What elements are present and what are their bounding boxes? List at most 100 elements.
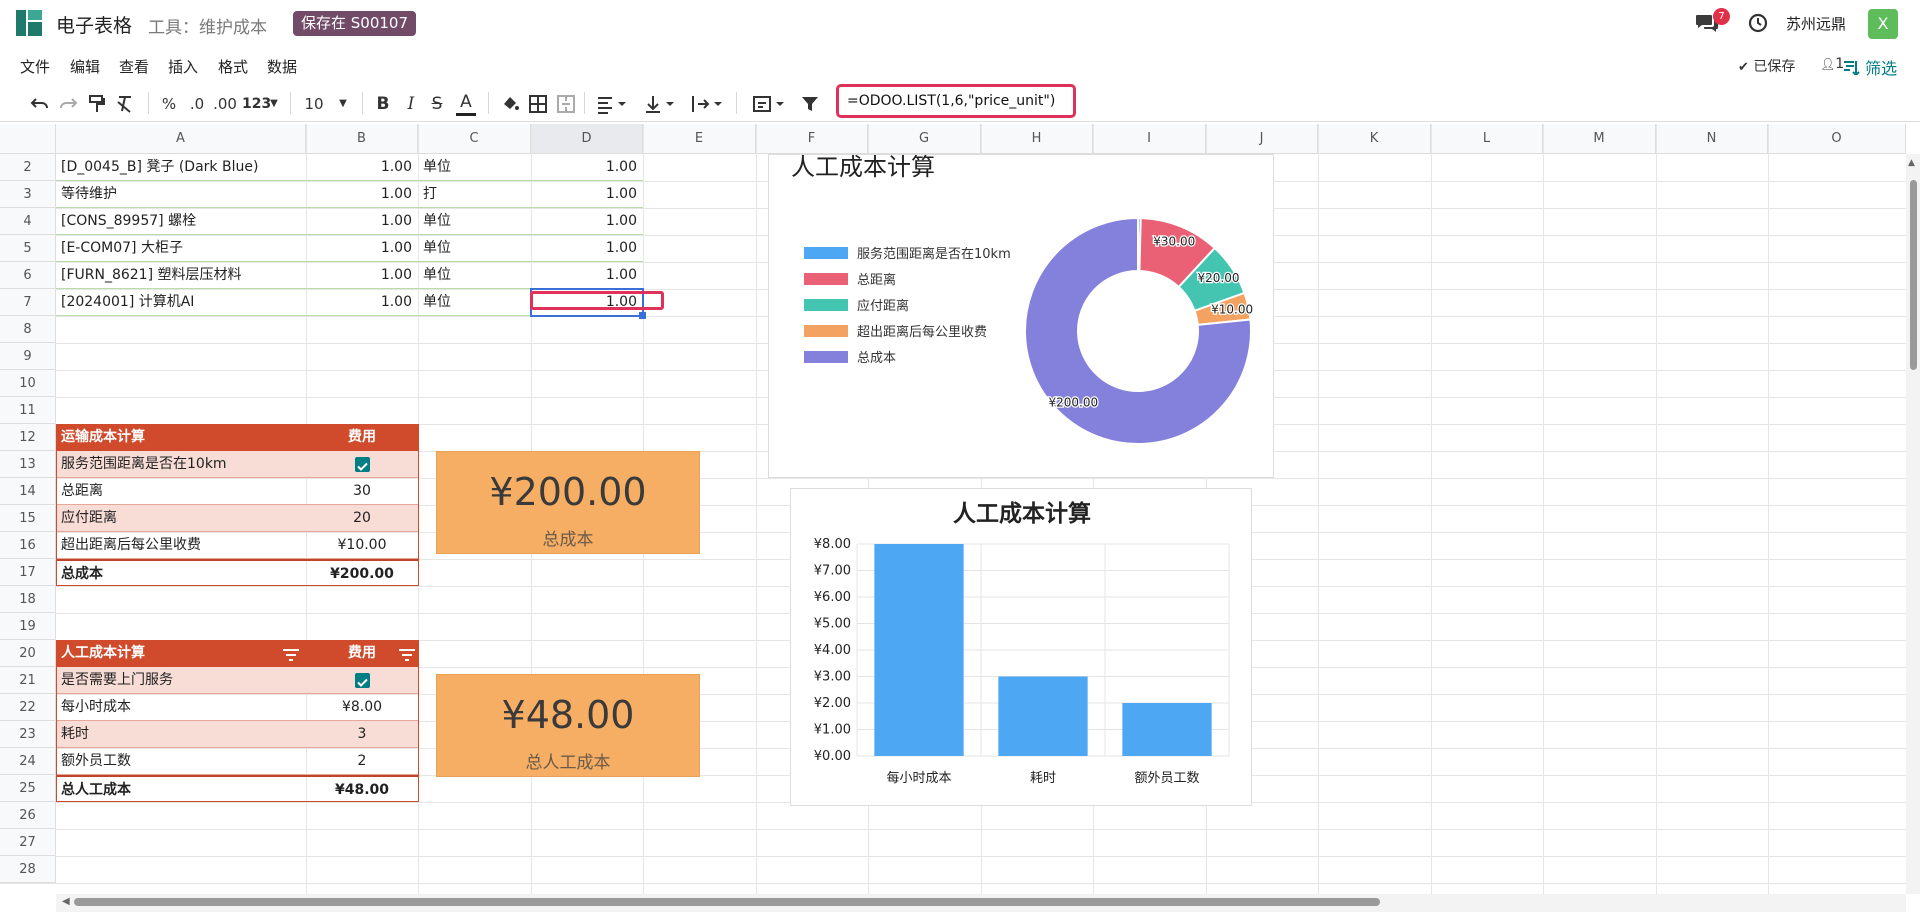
row-header[interactable]: 17 — [0, 559, 56, 586]
table-total-value[interactable]: ¥48.00 — [306, 775, 418, 802]
list-cell-price[interactable]: 1.00 — [531, 208, 643, 235]
bold-button[interactable]: B — [374, 92, 392, 116]
table-header-title[interactable]: 人工成本计算 — [56, 640, 306, 667]
table-row-label[interactable]: 额外员工数 — [56, 748, 306, 775]
col-header-l[interactable]: L — [1431, 124, 1543, 154]
row-header[interactable]: 3 — [0, 181, 56, 208]
list-cell-uom[interactable]: 单位 — [418, 208, 531, 235]
col-header-a[interactable]: A — [56, 124, 306, 154]
col-header-c[interactable]: C — [418, 124, 531, 154]
list-cell-price[interactable]: 1.00 — [531, 181, 643, 208]
decrease-decimal-button[interactable]: .0 — [186, 92, 208, 116]
activity-clock-icon[interactable] — [1748, 13, 1768, 33]
clear-format-icon[interactable] — [116, 94, 134, 114]
menu-file[interactable]: 文件 — [20, 56, 50, 77]
table-row-label[interactable]: 超出距离后每公里收费 — [56, 532, 306, 559]
row-header[interactable]: 9 — [0, 343, 56, 370]
scorecard-total-cost[interactable]: ¥200.00 总成本 — [436, 451, 700, 554]
percent-format-button[interactable]: % — [160, 92, 178, 116]
table-row-value[interactable]: 30 — [306, 478, 418, 505]
horizontal-scrollbar-thumb[interactable] — [74, 898, 1380, 906]
row-header[interactable]: 22 — [0, 694, 56, 721]
list-cell-price[interactable]: 1.00 — [531, 262, 643, 289]
row-header[interactable]: 28 — [0, 856, 56, 883]
formula-bar-input[interactable]: =ODOO.LIST(1,6,"price_unit") — [836, 84, 1076, 118]
list-cell-product[interactable]: [2024001] 计算机AI — [56, 289, 306, 316]
col-header-h[interactable]: H — [981, 124, 1093, 154]
table-row-value[interactable]: 3 — [306, 721, 418, 748]
table-row-label[interactable]: 耗时 — [56, 721, 306, 748]
list-cell-uom[interactable]: 单位 — [418, 262, 531, 289]
save-location-badge[interactable]: 保存在 S00107 — [293, 11, 417, 36]
col-header-f[interactable]: F — [756, 124, 868, 154]
row-header[interactable]: 25 — [0, 775, 56, 802]
chevron-down-icon[interactable]: ▼ — [268, 92, 280, 116]
list-cell-product[interactable]: [FURN_8621] 塑料层压材料 — [56, 262, 306, 289]
table-row-checkbox-cell[interactable] — [306, 667, 418, 694]
checkbox-checked-icon[interactable] — [354, 456, 370, 472]
strikethrough-button[interactable]: S — [428, 92, 446, 116]
list-cell-quantity[interactable]: 1.00 — [306, 289, 418, 316]
increase-decimal-button[interactable]: .00 — [212, 92, 238, 116]
font-size-dropdown[interactable]: 10 — [302, 92, 326, 116]
column-filter-icon[interactable] — [398, 647, 416, 661]
app-title[interactable]: 电子表格 — [56, 11, 132, 38]
user-avatar[interactable]: X — [1868, 9, 1898, 39]
row-header[interactable]: 15 — [0, 505, 56, 532]
italic-button[interactable]: I — [402, 92, 420, 116]
row-header[interactable]: 8 — [0, 316, 56, 343]
table-total-label[interactable]: 总成本 — [56, 559, 306, 586]
table-row-checkbox-cell[interactable] — [306, 451, 418, 478]
row-header[interactable]: 14 — [0, 478, 56, 505]
fill-handle[interactable] — [639, 312, 646, 319]
insert-chart-icon[interactable] — [752, 94, 786, 114]
row-header[interactable]: 26 — [0, 802, 56, 829]
menu-view[interactable]: 查看 — [119, 56, 149, 77]
row-header[interactable]: 19 — [0, 613, 56, 640]
checkbox-checked-icon[interactable] — [354, 672, 370, 688]
table-total-value[interactable]: ¥200.00 — [306, 559, 418, 586]
horizontal-align-icon[interactable] — [596, 94, 628, 114]
table-total-label[interactable]: 总人工成本 — [56, 775, 306, 802]
active-users-count[interactable]: 👤︎1 — [1820, 56, 1844, 72]
text-wrap-icon[interactable] — [690, 94, 724, 114]
row-header[interactable]: 6 — [0, 262, 56, 289]
list-cell-price[interactable]: 1.00 — [531, 235, 643, 262]
vertical-scrollbar-thumb[interactable] — [1910, 180, 1917, 370]
row-header[interactable]: 2 — [0, 154, 56, 181]
corner-cell[interactable] — [0, 124, 56, 154]
chevron-down-icon[interactable]: ▼ — [336, 92, 350, 116]
table-row-value[interactable]: 2 — [306, 748, 418, 775]
col-header-i[interactable]: I — [1093, 124, 1206, 154]
table-row-label[interactable]: 每小时成本 — [56, 694, 306, 721]
list-cell-product[interactable]: [CONS_89957] 螺栓 — [56, 208, 306, 235]
redo-icon[interactable] — [58, 95, 78, 113]
col-header-g[interactable]: G — [868, 124, 981, 154]
row-header[interactable]: 24 — [0, 748, 56, 775]
col-header-o[interactable]: O — [1768, 124, 1906, 154]
row-header[interactable]: 20 — [0, 640, 56, 667]
doughnut-chart[interactable]: 人工成本计算 服务范围距离是否在10km 总距离 应付距离 超出距离后每公里收费 总成本 ¥… — [768, 153, 1274, 478]
table-row-label[interactable]: 服务范围距离是否在10km — [56, 451, 306, 478]
company-switcher[interactable]: 苏州远鼎 — [1786, 13, 1846, 34]
table-header-title[interactable]: 运输成本计算 — [56, 424, 306, 451]
row-header[interactable]: 4 — [0, 208, 56, 235]
row-header[interactable]: 5 — [0, 235, 56, 262]
list-cell-quantity[interactable]: 1.00 — [306, 235, 418, 262]
table-row-value[interactable]: ¥10.00 — [306, 532, 418, 559]
number-format-dropdown[interactable]: 123 — [242, 92, 271, 116]
scroll-up-arrow-icon[interactable]: ▲ — [1908, 158, 1915, 168]
row-header[interactable]: 13 — [0, 451, 56, 478]
row-header[interactable]: 12 — [0, 424, 56, 451]
col-header-b[interactable]: B — [306, 124, 418, 154]
col-header-d[interactable]: D — [531, 124, 643, 154]
filter-button[interactable]: 筛选 — [1844, 55, 1897, 79]
row-header[interactable]: 18 — [0, 586, 56, 613]
spreadsheet-logo-icon[interactable] — [16, 10, 42, 36]
row-header[interactable]: 16 — [0, 532, 56, 559]
list-cell-quantity[interactable]: 1.00 — [306, 154, 418, 181]
table-row-value[interactable]: 20 — [306, 505, 418, 532]
row-header[interactable]: 21 — [0, 667, 56, 694]
row-header[interactable]: 11 — [0, 397, 56, 424]
table-row-label[interactable]: 应付距离 — [56, 505, 306, 532]
